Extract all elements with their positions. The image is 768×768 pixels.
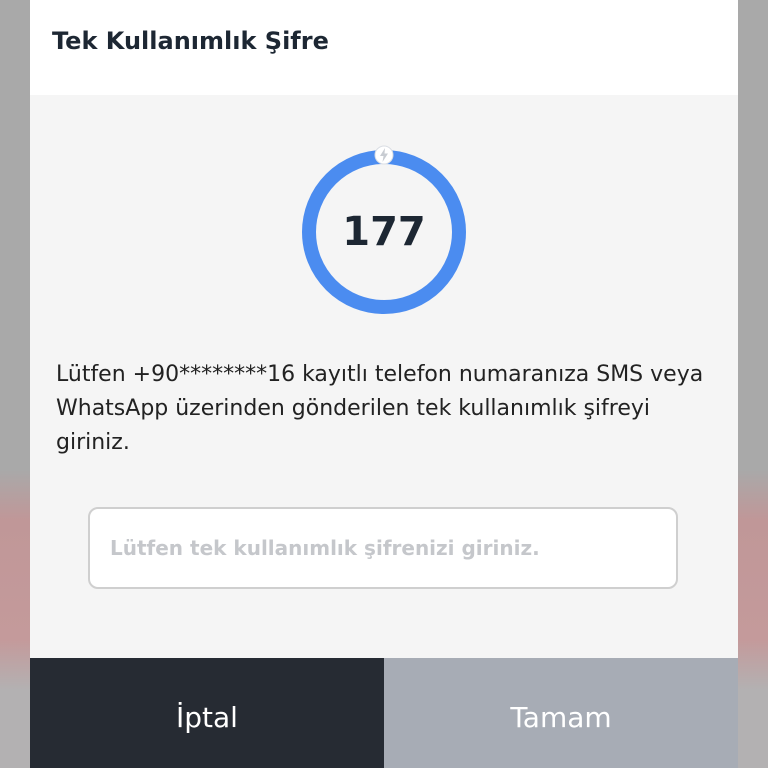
ok-button[interactable]: Tamam [384,658,738,768]
countdown-value: 177 [342,209,426,255]
dialog-header: Tek Kullanımlık Şifre [30,0,738,95]
countdown-timer: 177 [301,145,467,315]
otp-input[interactable] [88,507,678,589]
otp-instruction-text: Lütfen +90********16 kayıtlı telefon num… [56,362,704,455]
dialog-title: Tek Kullanımlık Şifre [52,27,329,55]
cancel-button[interactable]: İptal [30,658,384,768]
otp-dialog: Tek Kullanımlık Şifre 177 Lütfen +90****… [30,0,738,768]
